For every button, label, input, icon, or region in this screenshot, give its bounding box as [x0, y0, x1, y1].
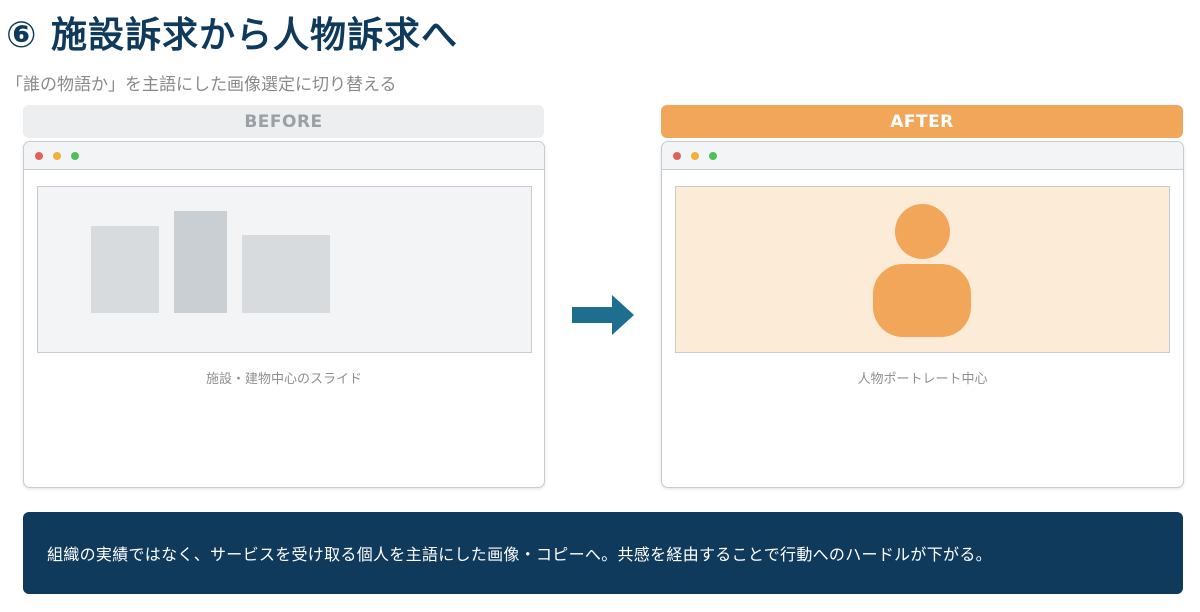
after-caption: 人物ポートレート中心: [857, 372, 988, 387]
before-window-titlebar: [24, 142, 544, 170]
slide: ⑥ 施設訴求から人物訴求へ 「誰の物語か」を主語にした画像選定に切り替える BE…: [0, 0, 1200, 612]
right-arrow-icon: [572, 295, 634, 335]
close-dot-icon: [35, 152, 43, 160]
before-window: 施設・建物中心のスライド: [23, 141, 545, 488]
before-caption: 施設・建物中心のスライド: [205, 372, 362, 387]
page-title: ⑥ 施設訴求から人物訴求へ: [6, 15, 459, 56]
summary-banner: 組織の実績ではなく、サービスを受け取る個人を主語にした画像・コピーへ。共感を経由…: [23, 512, 1183, 594]
building-block-3: [242, 235, 330, 313]
maximize-dot-icon: [71, 152, 79, 160]
person-body-icon: [873, 264, 971, 337]
close-dot-icon: [673, 152, 681, 160]
after-window: 人物ポートレート中心: [661, 141, 1184, 488]
after-label: AFTER: [661, 105, 1183, 138]
person-head-icon: [895, 204, 950, 259]
minimize-dot-icon: [53, 152, 61, 160]
before-label: BEFORE: [23, 105, 544, 138]
summary-text: 組織の実績ではなく、サービスを受け取る個人を主語にした画像・コピーへ。共感を経由…: [47, 545, 992, 564]
after-window-titlebar: [662, 142, 1183, 170]
page-subtitle: 「誰の物語か」を主語にした画像選定に切り替える: [6, 75, 397, 95]
after-slide-canvas: [675, 186, 1170, 353]
maximize-dot-icon: [709, 152, 717, 160]
building-block-1: [91, 226, 159, 313]
before-slide-canvas: [37, 186, 532, 353]
building-block-2: [174, 211, 227, 313]
minimize-dot-icon: [691, 152, 699, 160]
